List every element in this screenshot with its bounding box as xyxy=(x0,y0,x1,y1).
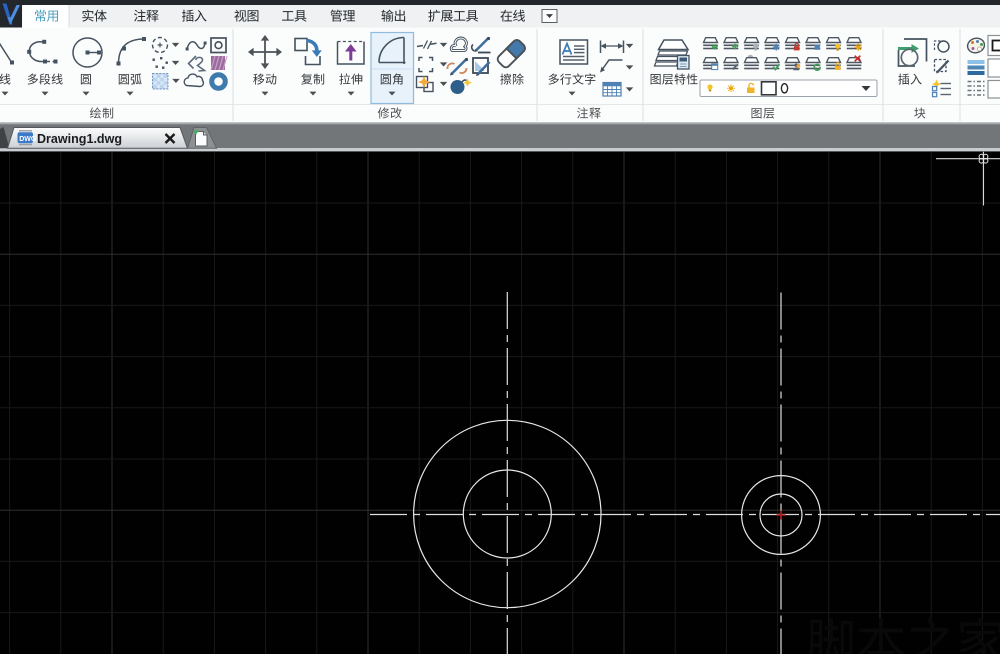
svg-text:DWG: DWG xyxy=(19,136,37,143)
svg-text:Drawing1.dwg: Drawing1.dwg xyxy=(37,131,122,146)
